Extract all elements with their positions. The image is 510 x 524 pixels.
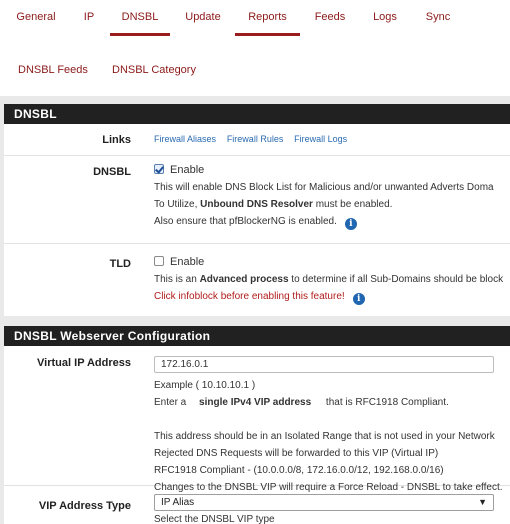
tld-group: Enable This is an Advanced process to de… <box>154 254 510 305</box>
tab-dnsbl[interactable]: DNSBL <box>110 0 170 36</box>
vip-enter-bold: single IPv4 VIP address <box>199 397 312 408</box>
vip-type-select[interactable]: IP Alias ▼ <box>154 494 494 511</box>
dnsbl-help-1: This will enable DNS Block List for Mali… <box>154 182 494 193</box>
dnsbl-enable-checkbox[interactable] <box>154 164 164 174</box>
vip-example: Example ( 10.10.10.1 ) <box>154 380 256 391</box>
dnsbl-panel: DNSBL Links Firewall Aliases Firewall Ru… <box>4 104 510 316</box>
dnsbl-label: DNSBL <box>93 166 131 178</box>
vip-group: 172.16.0.1 Example ( 10.10.10.1 ) Enter … <box>154 356 510 496</box>
top-navigation-area: General IP DNSBL Update Reports Feeds Lo… <box>0 0 510 100</box>
webserver-panel: DNSBL Webserver Configuration Virtual IP… <box>4 326 510 524</box>
main-tabs: General IP DNSBL Update Reports Feeds Lo… <box>0 0 510 36</box>
info-circle-icon[interactable]: i <box>344 218 357 230</box>
subtab-dnsbl-category[interactable]: DNSBL Category <box>112 56 196 84</box>
tld-warning-line: Click infoblock before enabling this fea… <box>154 288 510 305</box>
vip-row: Virtual IP Address 172.16.0.1 Example ( … <box>4 346 510 493</box>
tld-help-1-post: to determine if all Sub-Domains should b… <box>288 274 504 285</box>
tab-general[interactable]: General <box>10 0 62 36</box>
tld-label: TLD <box>109 258 131 270</box>
vip-label: Virtual IP Address <box>37 357 131 369</box>
tab-update[interactable]: Update <box>180 0 226 36</box>
info-circle-icon[interactable]: i <box>352 293 365 305</box>
webserver-panel-title: DNSBL Webserver Configuration <box>4 326 510 346</box>
tld-warning: Click infoblock before enabling this fea… <box>154 291 345 302</box>
vip-note-2: Rejected DNS Requests will be forwarded … <box>154 448 439 459</box>
tab-ip[interactable]: IP <box>78 0 100 36</box>
links-list: Firewall Aliases Firewall Rules Firewall… <box>154 134 510 145</box>
dnsbl-help-3-text: Also ensure that pfBlockerNG is enabled. <box>154 216 337 227</box>
tab-reports[interactable]: Reports <box>235 0 300 36</box>
vip-note-1: This address should be in an Isolated Ra… <box>154 431 495 442</box>
vip-type-help: Select the DNSBL VIP type <box>154 514 275 524</box>
subtab-dnsbl-feeds[interactable]: DNSBL Feeds <box>18 56 88 84</box>
vip-enter-post: that is RFC1918 Compliant. <box>325 397 449 408</box>
dnsbl-enable-group: Enable This will enable DNS Block List f… <box>154 162 510 230</box>
chevron-down-icon: ▼ <box>478 497 487 507</box>
dnsbl-panel-title: DNSBL <box>4 104 510 124</box>
links-row: Links Firewall Aliases Firewall Rules Fi… <box>4 124 510 156</box>
vip-type-selected: IP Alias <box>161 497 195 508</box>
dnsbl-enable-label: Enable <box>170 164 205 176</box>
dnsbl-enable-row: DNSBL Enable This will enable DNS Block … <box>4 156 510 244</box>
vip-enter-pre: Enter a <box>154 397 187 408</box>
sub-tabs: DNSBL Feeds DNSBL Category <box>0 56 510 84</box>
dnsbl-help-2: To Utilize, Unbound DNS Resolver must be… <box>154 196 510 213</box>
vip-enter-line: Enter a single IPv4 VIP address that is … <box>154 394 510 411</box>
firewall-logs-link[interactable]: Firewall Logs <box>294 134 347 144</box>
vip-type-label: VIP Address Type <box>38 500 131 512</box>
tld-row: TLD Enable This is an Advanced process t… <box>4 244 510 316</box>
vip-type-group: IP Alias ▼ Select the DNSBL VIP type <box>154 494 510 524</box>
firewall-aliases-link[interactable]: Firewall Aliases <box>154 134 216 144</box>
tab-sync[interactable]: Sync <box>420 0 456 36</box>
vip-note-3: RFC1918 Compliant - (10.0.0.0/8, 172.16.… <box>154 465 444 476</box>
tab-feeds[interactable]: Feeds <box>310 0 350 36</box>
tld-enable-label: Enable <box>170 256 205 268</box>
dnsbl-help-2-pre: To Utilize, <box>154 199 201 210</box>
tld-help-1-bold: Advanced process <box>199 274 289 285</box>
links-label: Links <box>102 134 131 146</box>
tld-enable-checkbox[interactable] <box>154 256 164 266</box>
vip-address-input[interactable]: 172.16.0.1 <box>154 356 494 373</box>
dnsbl-help-2-bold: Unbound DNS Resolver <box>200 199 313 210</box>
dnsbl-help-3: Also ensure that pfBlockerNG is enabled.… <box>154 213 510 230</box>
tld-help-1: This is an Advanced process to determine… <box>154 271 510 288</box>
tab-logs[interactable]: Logs <box>368 0 402 36</box>
tld-help-1-pre: This is an <box>154 274 200 285</box>
vip-type-row: VIP Address Type IP Alias ▼ Select the D… <box>4 486 510 524</box>
dnsbl-help-2-post: must be enabled. <box>312 199 393 210</box>
firewall-rules-link[interactable]: Firewall Rules <box>227 134 284 144</box>
